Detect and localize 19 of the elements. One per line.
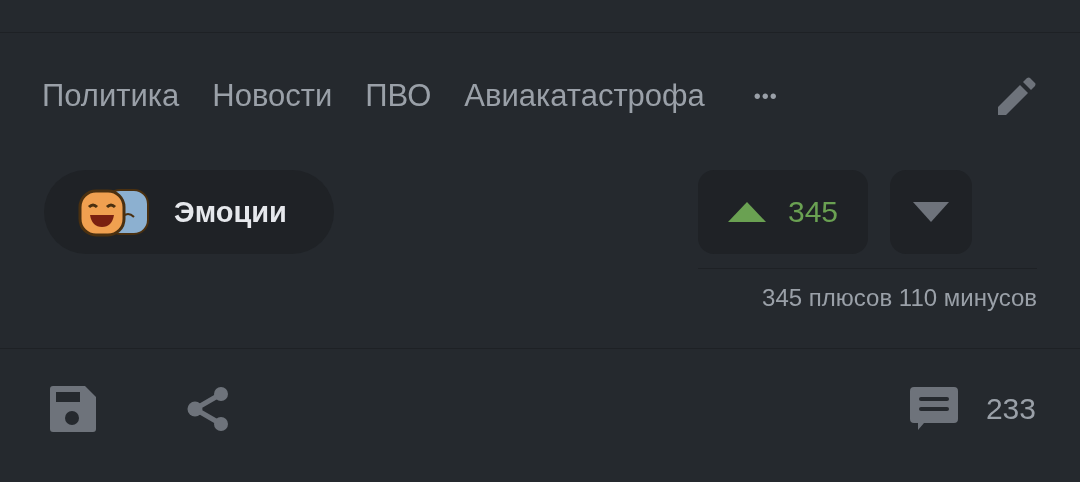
tag-link[interactable]: Новости: [212, 78, 333, 114]
save-button[interactable]: [50, 386, 96, 432]
rating-summary: 345 плюсов 110 минусов: [762, 284, 1037, 312]
tag-link[interactable]: Авиакатастрофа: [464, 78, 705, 114]
emoji-faces-icon: [78, 187, 150, 237]
triangle-up-icon: [727, 202, 766, 222]
triangle-down-icon: [913, 202, 949, 222]
tag-link[interactable]: ПВО: [365, 78, 432, 114]
share-button[interactable]: [187, 387, 229, 431]
comment-count: 233: [985, 392, 1036, 426]
comments-button[interactable]: [909, 387, 958, 431]
downvote-button[interactable]: [890, 170, 972, 254]
emotions-button[interactable]: Эмоции: [44, 170, 334, 254]
share-icon: [187, 387, 229, 431]
chat-bubble-icon: [909, 387, 958, 431]
more-tags-button[interactable]: •••: [753, 84, 778, 108]
tag-link[interactable]: Политика: [42, 78, 180, 114]
upvote-button[interactable]: 345: [698, 170, 868, 254]
pencil-icon[interactable]: [998, 77, 1036, 115]
